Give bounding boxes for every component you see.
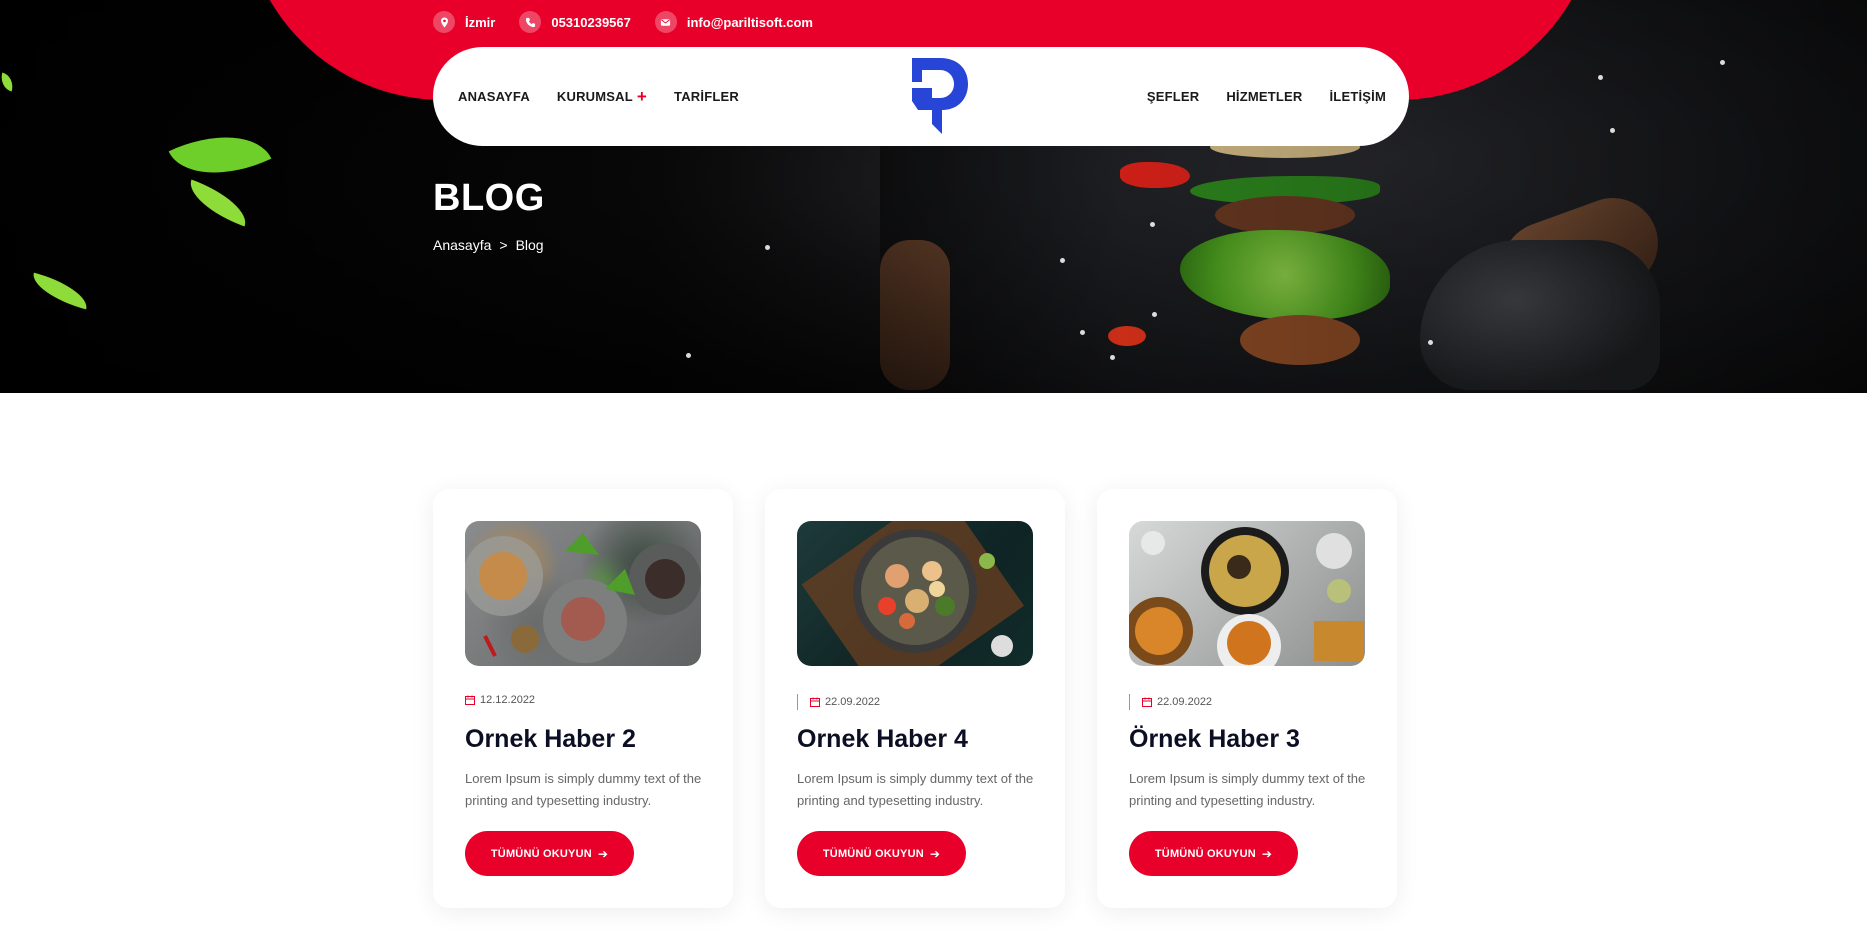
post-excerpt: Lorem Ipsum is simply dummy text of the … <box>465 771 702 808</box>
calendar-icon <box>810 697 820 707</box>
blog-card: 22.09.2022 Örnek Haber 3 Lorem Ipsum is … <box>1097 489 1397 908</box>
breadcrumb: Anasayfa > Blog <box>433 237 544 253</box>
chevron-right-icon: > <box>499 237 508 253</box>
email-info[interactable]: info@pariltisoft.com <box>654 11 813 33</box>
post-date-text: 22.09.2022 <box>825 696 881 708</box>
read-more-label: TÜMÜNÜ OKUYUN <box>490 847 592 860</box>
arrow-right-icon: ➔ <box>597 846 609 861</box>
date-divider <box>797 694 798 710</box>
nav-item-label: KURUMSAL <box>556 89 633 104</box>
plus-icon: + <box>636 87 648 106</box>
location-info: İzmir <box>433 11 495 33</box>
date-divider <box>1129 694 1130 710</box>
blog-card: 12.12.2022 Ornek Haber 2 Lorem Ipsum is … <box>433 489 733 908</box>
post-date: 12.12.2022 <box>465 694 535 706</box>
email-text[interactable]: info@pariltisoft.com <box>687 15 813 30</box>
breadcrumb-home[interactable]: Anasayfa <box>433 237 491 253</box>
nav-item-hizmetler[interactable]: HİZMETLER <box>1226 89 1302 104</box>
calendar-icon <box>1142 697 1152 707</box>
location-text: İzmir <box>465 14 496 30</box>
phone-info[interactable]: 05310239567 <box>519 11 631 33</box>
read-more-button[interactable]: TÜMÜNÜ OKUYUN ➔ <box>1129 831 1298 876</box>
post-date: 22.09.2022 <box>797 694 880 710</box>
post-date: 22.09.2022 <box>1129 694 1212 710</box>
arrow-right-icon: ➔ <box>1261 846 1273 861</box>
location-pin-icon <box>433 11 455 33</box>
post-date-text: 22.09.2022 <box>1157 696 1213 708</box>
nav-item-tarifler[interactable]: TARİFLER <box>674 89 739 104</box>
breadcrumb-current: Blog <box>515 237 544 253</box>
mail-icon <box>654 11 677 33</box>
page-title: BLOG <box>433 177 545 219</box>
nav-item-iletisim[interactable]: İLETİŞİM <box>1330 89 1387 104</box>
contact-topbar: İzmir 05310239567 info@pariltisoft.com <box>433 10 837 34</box>
arrow-right-icon: ➔ <box>929 846 941 861</box>
read-more-label: TÜMÜNÜ OKUYUN <box>1154 847 1256 860</box>
blog-card-image[interactable] <box>465 521 701 666</box>
nav-item-sefler[interactable]: ŞEFLER <box>1147 89 1199 104</box>
read-more-button[interactable]: TÜMÜNÜ OKUYUN ➔ <box>797 831 966 876</box>
nav-left-group: ANASAYFA KURUMSAL + TARİFLER <box>458 88 766 105</box>
phone-icon <box>519 11 542 33</box>
post-excerpt: Lorem Ipsum is simply dummy text of the … <box>797 771 1034 808</box>
nav-item-kurumsal[interactable]: KURUMSAL + <box>557 88 647 105</box>
nav-right-group: ŞEFLER HİZMETLER İLETİŞİM <box>1120 89 1386 104</box>
phone-text[interactable]: 05310239567 <box>551 15 631 30</box>
post-date-text: 12.12.2022 <box>480 694 536 706</box>
site-logo[interactable] <box>908 54 970 136</box>
read-more-button[interactable]: TÜMÜNÜ OKUYUN ➔ <box>465 831 634 876</box>
post-excerpt: Lorem Ipsum is simply dummy text of the … <box>1129 771 1366 808</box>
blog-card-image[interactable] <box>797 521 1033 666</box>
post-title[interactable]: Örnek Haber 3 <box>1129 725 1300 754</box>
calendar-icon <box>465 695 475 705</box>
blog-card-image[interactable] <box>1129 521 1365 666</box>
read-more-label: TÜMÜNÜ OKUYUN <box>822 847 924 860</box>
blog-card: 22.09.2022 Ornek Haber 4 Lorem Ipsum is … <box>765 489 1065 908</box>
post-title[interactable]: Ornek Haber 2 <box>465 725 636 754</box>
nav-item-anasayfa[interactable]: ANASAYFA <box>458 89 530 104</box>
post-title[interactable]: Ornek Haber 4 <box>797 725 968 754</box>
